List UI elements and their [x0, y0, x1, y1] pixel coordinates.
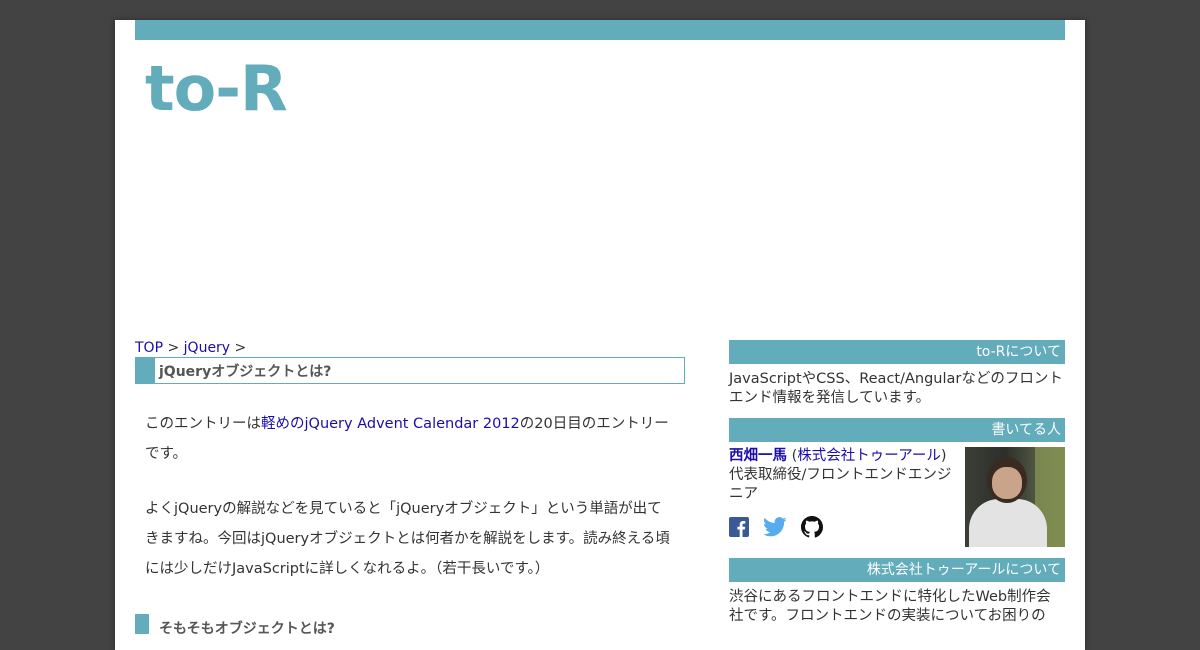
page: to-R TOP > jQuery > jQueryオブジェクトとは? このエン…	[115, 20, 1085, 650]
site-logo[interactable]: to-R	[145, 58, 288, 120]
facebook-icon[interactable]	[729, 517, 749, 541]
breadcrumb-category-link[interactable]: jQuery	[184, 340, 230, 356]
sidebar-about-heading: to-Rについて	[729, 340, 1065, 364]
sidebar-about-text: JavaScriptやCSS、React/Angularなどのフロントエンド情報…	[729, 371, 1063, 406]
entry-title-text: jQueryオブジェクトとは?	[159, 364, 332, 380]
author-info: 西畑一馬 (株式会社トゥーアール) 代表取締役/フロントエンドエンジニア	[729, 447, 959, 542]
author-name[interactable]: 西畑一馬	[729, 448, 787, 464]
sidebar-about: to-Rについて JavaScriptやCSS、React/Angularなどの…	[729, 340, 1065, 408]
article-body: このエントリーは軽めのjQuery Advent Calendar 2012の2…	[145, 409, 675, 609]
breadcrumb-separator: >	[163, 340, 184, 356]
advent-calendar-link[interactable]: 軽めのjQuery Advent Calendar 2012	[261, 416, 520, 432]
breadcrumb-top-link[interactable]: TOP	[135, 340, 163, 356]
sidebar-company-text: 渋谷にあるフロントエンドに特化したWeb制作会社です。フロントエンドの実装につい…	[729, 589, 1051, 624]
photo-figure	[992, 467, 1022, 499]
breadcrumb-separator: >	[230, 340, 247, 356]
sidebar-company-heading: 株式会社トゥーアールについて	[729, 558, 1065, 582]
title-marker	[136, 358, 155, 383]
social-links	[729, 516, 959, 542]
paragraph: よくjQueryの解説などを見ていると「jQueryオブジェクト」という単語が出…	[145, 501, 670, 577]
author-photo	[965, 447, 1065, 547]
author-company-link[interactable]: 株式会社トゥーアール	[797, 448, 941, 464]
paragraph: このエントリーは軽めのjQuery Advent Calendar 2012の2…	[145, 409, 675, 469]
photo-figure	[969, 499, 1047, 547]
sidebar-author-heading: 書いてる人	[729, 418, 1065, 442]
sidebar-company: 株式会社トゥーアールについて 渋谷にあるフロントエンドに特化したWeb制作会社で…	[729, 558, 1065, 626]
breadcrumb: TOP > jQuery >	[135, 340, 246, 356]
author-role: 代表取締役/フロントエンドエンジニア	[729, 467, 952, 502]
github-icon[interactable]	[801, 516, 824, 542]
header-bar	[135, 20, 1065, 40]
twitter-icon[interactable]	[763, 517, 787, 541]
section-heading-text: そもそもオブジェクトとは?	[159, 621, 335, 637]
paragraph-text: このエントリーは	[145, 416, 261, 432]
heading-marker	[135, 614, 149, 634]
sidebar-author: 書いてる人 西畑一馬 (株式会社トゥーアール) 代表取締役/フロントエンドエンジ…	[729, 418, 1065, 547]
entry-title: jQueryオブジェクトとは?	[135, 357, 685, 384]
author-name-line: 西畑一馬 (株式会社トゥーアール)	[729, 448, 947, 464]
